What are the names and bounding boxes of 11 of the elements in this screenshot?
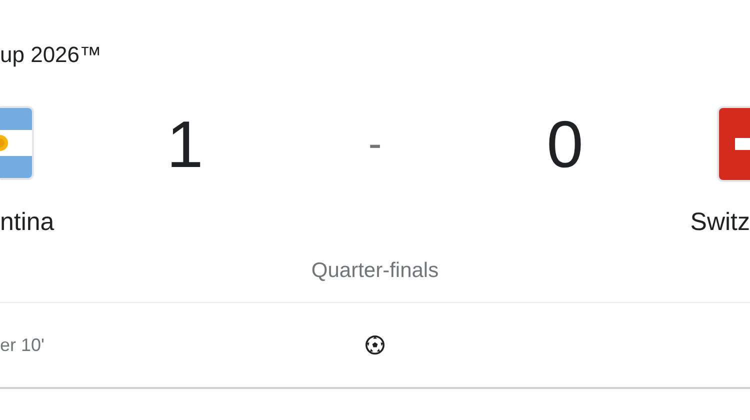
soccer-ball-icon: [365, 335, 385, 355]
competition-title: up 2026™: [0, 41, 103, 69]
match-stage: Quarter-finals: [310, 258, 440, 284]
away-score: 0: [546, 106, 584, 182]
flag-icon: [717, 106, 750, 182]
team-name: ntina: [0, 207, 54, 238]
flag-icon: [0, 106, 36, 182]
event-time: er 10': [0, 334, 46, 356]
team-name: Switz: [690, 207, 750, 238]
home-score: 1: [166, 106, 204, 182]
score-separator: -: [368, 121, 382, 168]
